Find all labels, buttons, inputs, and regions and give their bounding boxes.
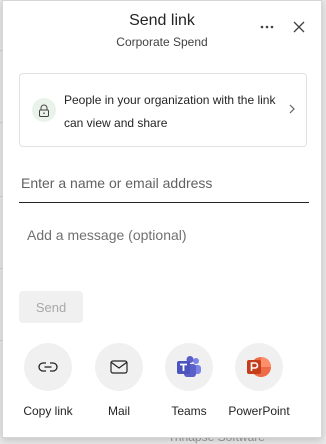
more-options-button[interactable] [255, 15, 279, 39]
powerpoint-option[interactable]: PowerPoint [224, 343, 294, 418]
more-icon [260, 25, 274, 29]
copy-link-label: Copy link [23, 404, 73, 418]
link-icon [38, 362, 58, 372]
dialog-header: Send link Corporate Spend [3, 1, 321, 55]
mail-label: Mail [107, 404, 130, 418]
close-icon [293, 21, 305, 33]
copy-link-button[interactable] [24, 343, 72, 391]
link-settings-description: People in your organization with the lin… [64, 93, 276, 130]
mail-option[interactable]: Mail [84, 343, 154, 418]
teams-option[interactable]: Teams [154, 343, 224, 418]
teams-label: Teams [171, 404, 207, 418]
message-input[interactable]: Add a message (optional) [27, 227, 187, 243]
recipient-placeholder: Enter a name or email address [21, 175, 213, 191]
teams-icon [177, 356, 201, 377]
powerpoint-label: PowerPoint [228, 404, 290, 418]
powerpoint-icon [247, 357, 271, 377]
share-options: Copy link Mail Teams PowerPoint [3, 343, 321, 423]
recipient-input[interactable]: Enter a name or email address [19, 169, 309, 203]
lock-icon [39, 104, 49, 117]
powerpoint-button[interactable] [235, 343, 283, 391]
mail-button[interactable] [95, 343, 143, 391]
send-link-dialog: Send link Corporate Spend People in your… [2, 0, 322, 438]
copy-link-option[interactable]: Copy link [13, 343, 83, 418]
close-button[interactable] [287, 15, 311, 39]
send-button[interactable]: Send [19, 291, 83, 323]
link-settings-button[interactable]: People in your organization with the lin… [19, 73, 307, 147]
lock-badge [32, 98, 56, 122]
chevron-right-icon [289, 104, 295, 114]
mail-icon [110, 360, 128, 374]
teams-button[interactable] [165, 343, 213, 391]
